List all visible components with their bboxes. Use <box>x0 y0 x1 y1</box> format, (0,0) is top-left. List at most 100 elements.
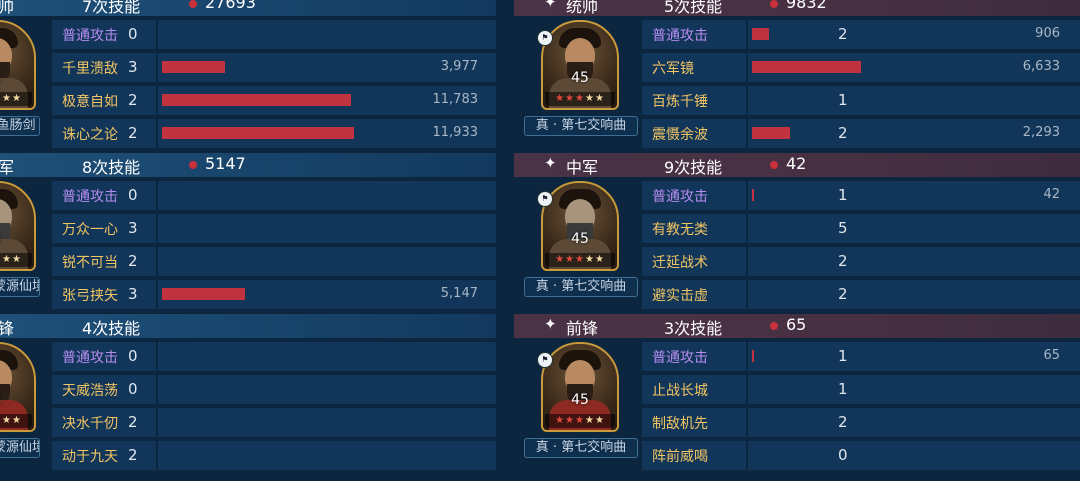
skill-cast-count: 9次技能 <box>664 158 723 177</box>
skill-row[interactable]: 千里溃敌 3 3,977 <box>52 53 496 82</box>
skill-row[interactable]: 六军镜26,633 <box>642 53 1080 82</box>
general-section: ✦ 中军 9次技能 42 45 ★★★★★ ⚑ 真 · 第七交响曲 普通攻击 1 42 有教无类 5 迁延… <box>514 153 1080 311</box>
total-damage: 9832 <box>786 0 827 12</box>
row-divider <box>156 214 158 243</box>
skill-use-count: 3 <box>128 219 138 237</box>
section-header: ✦ 前锋 3次技能 65 <box>514 314 1080 338</box>
general-level: 45 <box>571 70 589 86</box>
skill-name: 普通攻击 <box>652 189 708 205</box>
skill-row[interactable]: 百炼千锤 1 <box>642 86 1080 115</box>
skill-row[interactable]: 普通攻击 1 65 <box>642 342 1080 371</box>
general-portrait[interactable]: 45 ★★★★★ ⚑ <box>537 181 619 271</box>
position-star-icon: ✦ <box>544 0 557 11</box>
skill-row[interactable]: 张弓挟矢 3 5,147 <box>52 280 496 309</box>
skill-use-count: 2 <box>838 25 848 43</box>
skill-use-count: 2 <box>128 413 138 431</box>
skill-row[interactable]: 普通攻击 0 <box>52 342 496 371</box>
skill-name: 制敌机先 <box>652 416 708 432</box>
row-divider <box>156 247 158 276</box>
skill-row[interactable]: 迁延战术 2 <box>642 247 1080 276</box>
row-divider <box>746 20 748 49</box>
total-damage: 65 <box>786 315 807 334</box>
skill-row[interactable]: 普通攻击 2 906 <box>642 20 1080 49</box>
skill-row[interactable]: 普通攻击 0 <box>52 181 496 210</box>
row-divider <box>156 119 158 148</box>
general-portrait[interactable]: 45 ★★★★★ ⚑ <box>537 342 619 432</box>
skill-row[interactable]: 制敌机先 2 <box>642 408 1080 437</box>
troop-type-icon: ⚑ <box>537 30 553 46</box>
skill-name: 普通攻击 <box>62 189 118 205</box>
skill-row[interactable]: 有教无类 5 <box>642 214 1080 243</box>
position-label: 帅 <box>0 0 15 16</box>
portrait-frame: 5 ★★★★★ <box>0 342 36 432</box>
skill-use-count: 2 <box>838 285 848 303</box>
skill-name: 止战长城 <box>652 383 708 399</box>
total-damage: 5147 <box>205 154 246 173</box>
row-divider <box>746 247 748 276</box>
skill-damage-value: 5,147 <box>440 286 478 301</box>
general-level: 45 <box>571 231 589 247</box>
skill-use-count: 1 <box>838 380 848 398</box>
skill-row[interactable]: 万众一心 3 <box>52 214 496 243</box>
row-divider <box>746 181 748 210</box>
skill-row[interactable]: 诛心之论 2 11,933 <box>52 119 496 148</box>
damage-bar <box>752 28 769 40</box>
position-label: 统帅 <box>566 0 599 16</box>
skill-row[interactable]: 普通攻击 1 42 <box>642 181 1080 210</box>
general-portrait[interactable]: 5 ★★★★★ <box>0 181 36 271</box>
skill-damage-value: 11,933 <box>432 125 479 140</box>
star-rating: ★★★★★ <box>0 92 32 106</box>
position-label: 军 <box>0 158 15 177</box>
skill-row[interactable]: 动于九天 2 <box>52 441 496 470</box>
skill-name: 震慑余波 <box>652 127 708 143</box>
portrait-frame: 5 ★★★★★ <box>0 20 36 110</box>
skill-use-count: 3 <box>128 285 138 303</box>
row-divider <box>156 408 158 437</box>
skill-name: 张弓挟矢 <box>62 288 118 304</box>
skill-row[interactable]: 锐不可当 2 <box>52 247 496 276</box>
general-level: 45 <box>571 392 589 408</box>
equipment-label[interactable]: 鱼肠剑 <box>0 116 40 136</box>
skill-row[interactable]: 震慑余波 2 2,293 <box>642 119 1080 148</box>
general-portrait[interactable]: 5 ★★★★★ <box>0 342 36 432</box>
skill-row[interactable]: 决水千仞 2 <box>52 408 496 437</box>
skill-cast-count: 7次技能 <box>82 0 141 16</box>
position-label: 前锋 <box>566 319 599 338</box>
skill-row[interactable]: 普通攻击 0 <box>52 20 496 49</box>
skill-use-count: 2 <box>838 252 848 270</box>
row-divider <box>156 280 158 309</box>
skill-cast-count: 3次技能 <box>664 319 723 338</box>
skill-row[interactable]: 天威浩荡 0 <box>52 375 496 404</box>
position-star-icon: ✦ <box>544 315 557 333</box>
skill-cast-count: 5次技能 <box>664 0 723 16</box>
equipment-label[interactable]: 真 · 第七交响曲 <box>524 277 638 297</box>
row-divider <box>746 280 748 309</box>
total-damage: 27693 <box>205 0 256 12</box>
skill-use-count: 2 <box>838 124 848 142</box>
skill-row[interactable]: 极意自如 2 11,783 <box>52 86 496 115</box>
equipment-label[interactable]: 蒙源仙境图 <box>0 277 40 297</box>
skill-use-count: 2 <box>128 446 138 464</box>
position-star-icon: ✦ <box>544 154 557 172</box>
general-portrait[interactable]: 5 ★★★★★ <box>0 20 36 110</box>
troop-type-icon: ⚑ <box>537 191 553 207</box>
row-divider <box>746 86 748 115</box>
skill-row[interactable]: 止战长城 1 <box>642 375 1080 404</box>
row-divider <box>156 342 158 371</box>
equipment-label[interactable]: 真 · 第七交响曲 <box>524 438 638 458</box>
skill-cast-count: 8次技能 <box>82 158 141 177</box>
row-divider <box>746 375 748 404</box>
equipment-label[interactable]: 真 · 第七交响曲 <box>524 116 638 136</box>
position-label: 中军 <box>566 158 599 177</box>
portrait-frame: 45 ★★★★★ <box>541 342 619 432</box>
troop-type-icon: ⚑ <box>537 352 553 368</box>
equipment-label[interactable]: 蒙源仙境图 <box>0 438 40 458</box>
skill-row[interactable]: 避实击虚 2 <box>642 280 1080 309</box>
general-portrait[interactable]: 45 ★★★★★ ⚑ <box>537 20 619 110</box>
skill-row[interactable]: 阵前威喝 0 <box>642 441 1080 470</box>
skill-damage-value: 906 <box>1035 26 1060 41</box>
row-divider <box>746 342 748 371</box>
skill-damage-value: 6,633 <box>1022 59 1060 74</box>
skill-name: 阵前威喝 <box>652 449 708 465</box>
row-divider <box>156 20 158 49</box>
